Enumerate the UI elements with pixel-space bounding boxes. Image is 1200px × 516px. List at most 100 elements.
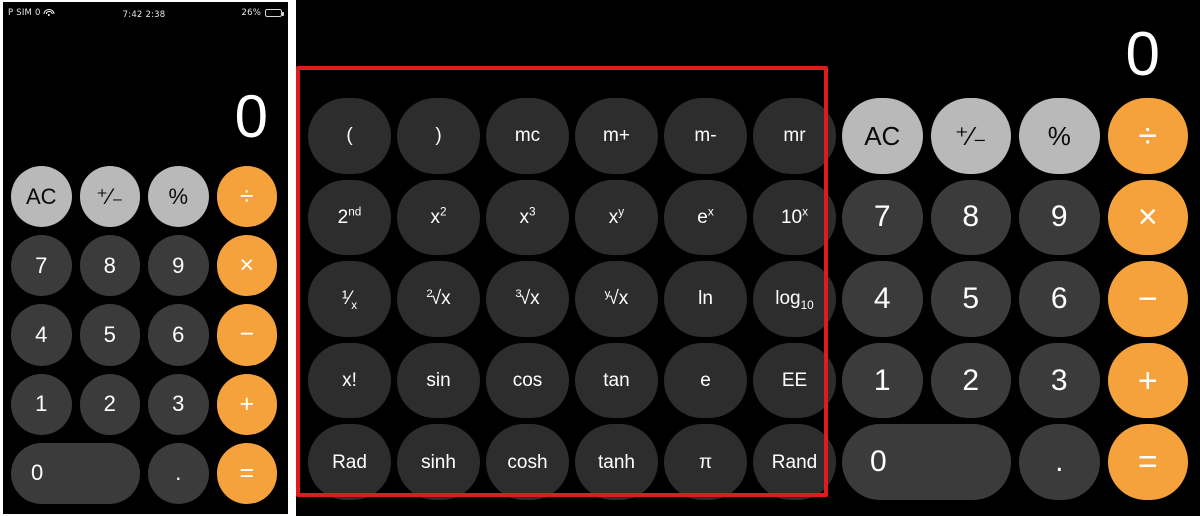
hyperbolic-cosine-button[interactable]: cosh <box>486 424 569 500</box>
close-paren-button[interactable]: ) <box>397 98 480 174</box>
x-squared-button[interactable]: x2 <box>397 179 480 256</box>
key-label: m+ <box>603 125 630 147</box>
key-label: 4 <box>873 281 891 315</box>
decimal-point-button[interactable]: . <box>148 442 209 504</box>
ten-to-the-x-button[interactable]: 10x <box>753 179 836 256</box>
random-number-button[interactable]: Rand <box>753 424 836 500</box>
key-label: 2nd <box>337 205 362 228</box>
divide-button[interactable]: ÷ <box>216 166 277 228</box>
memory-subtract-button[interactable]: m- <box>664 98 747 174</box>
wifi-icon <box>43 8 55 18</box>
panel-separator <box>288 0 296 516</box>
key-label: 1 <box>873 363 891 397</box>
add-button[interactable]: + <box>1107 342 1188 419</box>
key-label: 5 <box>103 321 116 347</box>
battery-percent-label: 26% <box>241 8 261 18</box>
tangent-button[interactable]: tan <box>575 342 658 419</box>
log-base-10-button[interactable]: log10 <box>753 261 836 337</box>
sign-toggle-button[interactable]: ⁺⁄₋ <box>930 98 1011 174</box>
digit-2-button[interactable]: 2 <box>930 342 1011 419</box>
digit-7-button[interactable]: 7 <box>842 179 923 256</box>
factorial-button[interactable]: x! <box>308 342 391 419</box>
divide-button[interactable]: ÷ <box>1107 98 1188 174</box>
cube-root-button[interactable]: 3√x <box>486 261 569 337</box>
decimal-point-button[interactable]: . <box>1019 424 1100 500</box>
x-to-the-y-button[interactable]: xy <box>575 179 658 256</box>
key-label: . <box>1055 445 1064 479</box>
multiply-button[interactable]: × <box>1107 179 1188 256</box>
key-label: % <box>168 183 189 209</box>
open-paren-button[interactable]: ( <box>308 98 391 174</box>
square-root-button[interactable]: 2√x <box>397 261 480 337</box>
e-to-the-x-button[interactable]: ex <box>664 179 747 256</box>
key-label: 6 <box>172 321 185 347</box>
key-label: ex <box>697 205 714 228</box>
natural-log-button[interactable]: ln <box>664 261 747 337</box>
memory-add-button[interactable]: m+ <box>575 98 658 174</box>
digit-9-button[interactable]: 9 <box>1019 179 1100 256</box>
digit-6-button[interactable]: 6 <box>1019 261 1100 337</box>
cosine-button[interactable]: cos <box>486 342 569 419</box>
key-label: x! <box>342 370 357 392</box>
digit-8-button[interactable]: 8 <box>930 179 1011 256</box>
status-bar-left: Р SIM 0 <box>8 8 55 18</box>
key-label: 10x <box>780 205 809 228</box>
second-function-button[interactable]: 2nd <box>308 179 391 256</box>
euler-constant-button[interactable]: e <box>664 342 747 419</box>
key-label: 7 <box>873 200 891 234</box>
clear-all-button[interactable]: AC <box>842 98 923 174</box>
exponent-entry-button[interactable]: EE <box>753 342 836 419</box>
digit-3-button[interactable]: 3 <box>148 373 209 435</box>
sine-button[interactable]: sin <box>397 342 480 419</box>
digit-4-button[interactable]: 4 <box>842 261 923 337</box>
digit-1-button[interactable]: 1 <box>842 342 923 419</box>
key-label: 8 <box>103 252 116 278</box>
digit-0-button[interactable]: 0 <box>11 442 140 504</box>
hyperbolic-tangent-button[interactable]: tanh <box>575 424 658 500</box>
key-label: 3√x <box>515 288 540 310</box>
digit-9-button[interactable]: 9 <box>148 235 209 297</box>
percent-button[interactable]: % <box>148 166 209 228</box>
add-button[interactable]: + <box>216 373 277 435</box>
key-label: AC <box>864 120 901 151</box>
y-root-of-x-button[interactable]: y√x <box>575 261 658 337</box>
key-label: 2 <box>103 391 116 417</box>
subtract-button[interactable]: − <box>1107 261 1188 337</box>
key-label: ÷ <box>239 182 254 211</box>
equals-button[interactable]: = <box>216 442 277 504</box>
key-label: mr <box>783 125 806 147</box>
left-display-value: 0 <box>234 83 268 150</box>
key-label: 2 <box>962 363 980 397</box>
subtract-button[interactable]: − <box>216 304 277 366</box>
pi-constant-button[interactable]: π <box>664 424 747 500</box>
reciprocal-button[interactable]: ¹⁄x <box>308 261 391 337</box>
hyperbolic-sine-button[interactable]: sinh <box>397 424 480 500</box>
digit-1-button[interactable]: 1 <box>11 373 72 435</box>
key-label: 7 <box>35 252 48 278</box>
x-cubed-button[interactable]: x3 <box>486 179 569 256</box>
digit-6-button[interactable]: 6 <box>148 304 209 366</box>
memory-recall-button[interactable]: mr <box>753 98 836 174</box>
digit-3-button[interactable]: 3 <box>1019 342 1100 419</box>
radians-mode-button[interactable]: Rad <box>308 424 391 500</box>
sign-toggle-button[interactable]: ⁺⁄₋ <box>79 166 140 228</box>
numeric-keypad: AC ⁺⁄₋% ÷ 7 8 9 × 4 5 6 − 1 2 3 +0. = <box>842 98 1188 500</box>
key-label: = <box>239 458 255 487</box>
memory-clear-button[interactable]: mc <box>486 98 569 174</box>
percent-button[interactable]: % <box>1019 98 1100 174</box>
digit-5-button[interactable]: 5 <box>930 261 1011 337</box>
key-label: ⁺⁄₋ <box>96 183 124 209</box>
key-label: ¹⁄x <box>341 288 358 313</box>
digit-0-button[interactable]: 0 <box>842 424 1011 500</box>
equals-button[interactable]: = <box>1107 424 1188 500</box>
digit-8-button[interactable]: 8 <box>79 235 140 297</box>
digit-7-button[interactable]: 7 <box>11 235 72 297</box>
clear-all-button[interactable]: AC <box>11 166 72 228</box>
key-label: 9 <box>172 252 185 278</box>
digit-4-button[interactable]: 4 <box>11 304 72 366</box>
multiply-button[interactable]: × <box>216 235 277 297</box>
key-label: 6 <box>1050 281 1068 315</box>
digit-5-button[interactable]: 5 <box>79 304 140 366</box>
key-label: 3 <box>1050 363 1068 397</box>
digit-2-button[interactable]: 2 <box>79 373 140 435</box>
